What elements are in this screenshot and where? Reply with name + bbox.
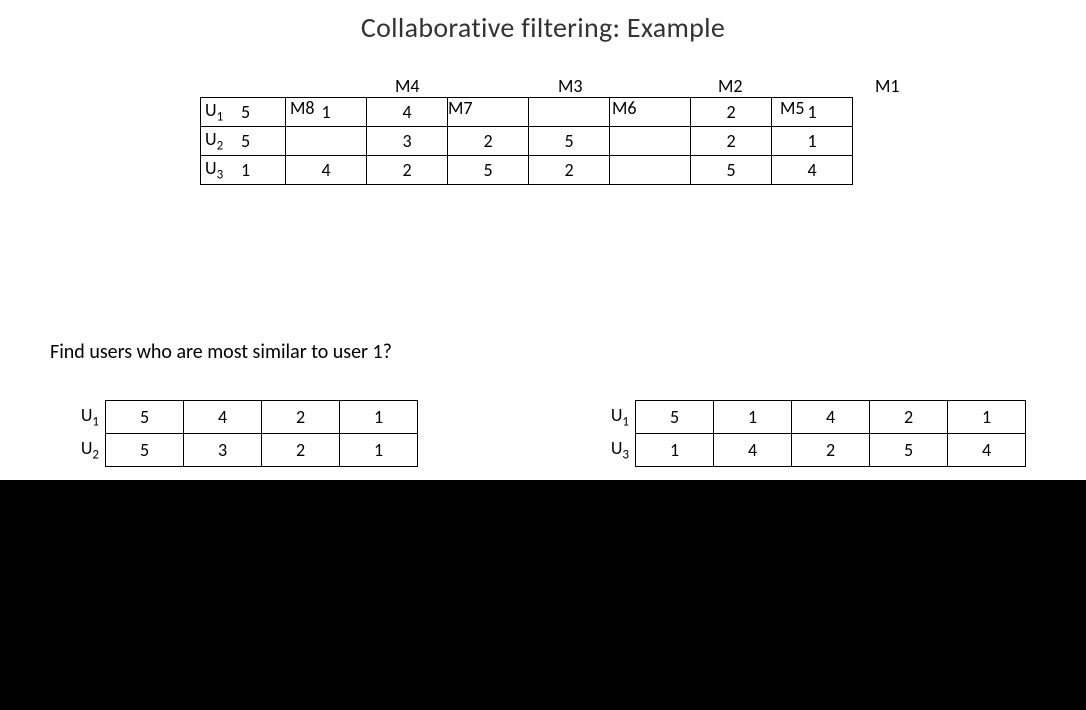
cell: 5 bbox=[106, 434, 184, 467]
cell: 2 bbox=[367, 156, 448, 185]
cell: 4 bbox=[714, 434, 792, 467]
row-label: U1 bbox=[60, 401, 106, 434]
header-m1: M1 bbox=[875, 75, 900, 97]
cell bbox=[286, 127, 367, 156]
table-row: U3 1 4 2 5 4 bbox=[590, 434, 1026, 467]
cell: 4 bbox=[772, 156, 853, 185]
black-occlusion-band bbox=[0, 480, 1086, 710]
main-table-area: M4 M3 M2 M1 M8 M7 M6 M5 U1 5 1 4 2 1 bbox=[0, 75, 1086, 245]
header-m3: M3 bbox=[558, 75, 583, 97]
row-label: U2 bbox=[60, 434, 106, 467]
page-title: Collaborative filtering: Example bbox=[0, 0, 1086, 45]
cell: 2 bbox=[870, 401, 948, 434]
cell: 2 bbox=[448, 127, 529, 156]
cell: 1 bbox=[241, 156, 286, 185]
cell: 4 bbox=[367, 98, 448, 127]
cell: 4 bbox=[792, 401, 870, 434]
cell: 5 bbox=[636, 401, 714, 434]
cell: 4 bbox=[184, 401, 262, 434]
main-table: U1 5 1 4 2 1 U2 5 3 2 5 bbox=[200, 97, 853, 185]
cell: 1 bbox=[340, 434, 418, 467]
question-text: Find users who are most similar to user … bbox=[50, 340, 392, 364]
row-label: U1 bbox=[590, 401, 636, 434]
cell: 2 bbox=[262, 401, 340, 434]
cell bbox=[610, 156, 691, 185]
table-row: U1 5 4 2 1 bbox=[60, 401, 418, 434]
cell bbox=[529, 98, 610, 127]
cell: 3 bbox=[367, 127, 448, 156]
cell: 1 bbox=[948, 401, 1026, 434]
cell: 2 bbox=[262, 434, 340, 467]
cell: 5 bbox=[241, 127, 286, 156]
cell: 1 bbox=[286, 98, 367, 127]
cell: 4 bbox=[286, 156, 367, 185]
cell: 5 bbox=[241, 98, 286, 127]
table-row: U1 5 1 4 2 1 bbox=[201, 98, 853, 127]
cell: 5 bbox=[106, 401, 184, 434]
cell: 5 bbox=[870, 434, 948, 467]
cell: 5 bbox=[691, 156, 772, 185]
cell: 1 bbox=[772, 98, 853, 127]
cell bbox=[610, 127, 691, 156]
table-row: U2 5 3 2 5 2 1 bbox=[201, 127, 853, 156]
row-label: U2 bbox=[201, 127, 242, 156]
cell: 2 bbox=[792, 434, 870, 467]
cell: 1 bbox=[636, 434, 714, 467]
slide: Collaborative filtering: Example M4 M3 M… bbox=[0, 0, 1086, 710]
table-row: U2 5 3 2 1 bbox=[60, 434, 418, 467]
row-label: U1 bbox=[201, 98, 242, 127]
cell: 5 bbox=[448, 156, 529, 185]
table-row: U1 5 1 4 2 1 bbox=[590, 401, 1026, 434]
row-label: U3 bbox=[201, 156, 242, 185]
left-comparison-table: U1 5 4 2 1 U2 5 3 2 1 bbox=[60, 400, 418, 467]
cell: 2 bbox=[691, 127, 772, 156]
header-m2: M2 bbox=[718, 75, 743, 97]
row-label: U3 bbox=[590, 434, 636, 467]
cell: 4 bbox=[948, 434, 1026, 467]
cell bbox=[610, 98, 691, 127]
cell: 2 bbox=[529, 156, 610, 185]
cell: 2 bbox=[691, 98, 772, 127]
cell: 5 bbox=[529, 127, 610, 156]
header-m4: M4 bbox=[395, 75, 420, 97]
cell: 1 bbox=[340, 401, 418, 434]
right-comparison-table: U1 5 1 4 2 1 U3 1 4 2 5 4 bbox=[590, 400, 1026, 467]
table-row: U3 1 4 2 5 2 5 4 bbox=[201, 156, 853, 185]
cell: 3 bbox=[184, 434, 262, 467]
cell: 1 bbox=[714, 401, 792, 434]
cell: 1 bbox=[772, 127, 853, 156]
cell bbox=[448, 98, 529, 127]
